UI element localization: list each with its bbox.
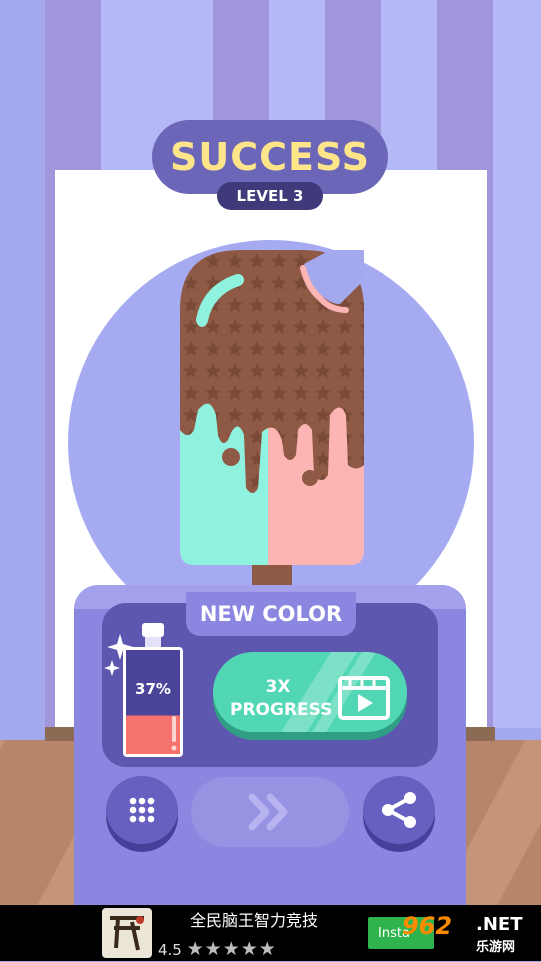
watermark-suffix: .NET	[476, 914, 523, 935]
grid-menu-icon	[129, 797, 155, 823]
ad-rating-value: 4.5	[158, 941, 182, 959]
popsicle-artwork	[180, 250, 364, 600]
ad-title[interactable]: 全民脑王智力竞技	[190, 907, 318, 931]
video-play-icon	[338, 676, 390, 720]
new-color-tab: NEW COLOR	[186, 592, 356, 636]
bg-stripe	[493, 0, 541, 728]
next-button[interactable]	[191, 777, 349, 847]
3x-progress-label: 3X PROGRESS	[230, 677, 333, 720]
watermark-subtitle: 乐游网	[476, 940, 516, 955]
paint-progress-text: 37%	[135, 680, 171, 698]
ad-rating: 4.5 ★★★★★	[158, 938, 277, 960]
double-chevron-right-icon	[248, 793, 288, 831]
watermark-logo: 962	[402, 912, 453, 940]
star-rating-icon: ★★★★★	[186, 938, 277, 960]
share-icon	[382, 792, 416, 828]
new-color-label: NEW COLOR	[199, 602, 343, 626]
ad-app-icon[interactable]	[102, 908, 152, 958]
menu-button[interactable]	[106, 776, 178, 844]
success-title: SUCCESS	[170, 135, 370, 179]
level-label: LEVEL 3	[236, 187, 304, 205]
level-badge: LEVEL 3	[217, 182, 323, 210]
share-button[interactable]	[363, 776, 435, 844]
